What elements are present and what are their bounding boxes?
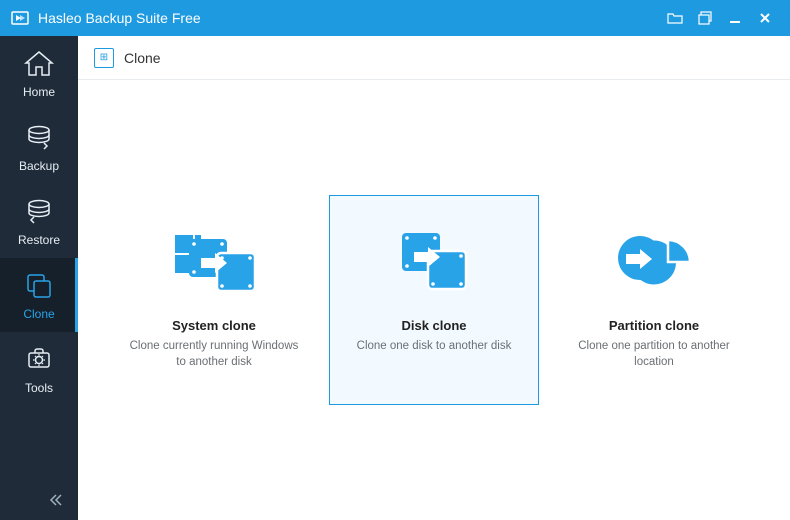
close-button[interactable] xyxy=(750,0,780,36)
open-folder-button[interactable] xyxy=(660,0,690,36)
system-clone-icon xyxy=(169,222,259,300)
sidebar-item-label: Restore xyxy=(18,233,60,247)
sidebar-item-clone[interactable]: Clone xyxy=(0,258,78,332)
card-system-clone[interactable]: System clone Clone currently running Win… xyxy=(109,195,319,405)
restore-icon xyxy=(24,195,54,229)
sidebar-item-label: Tools xyxy=(25,381,53,395)
clone-header-icon: ⊞ xyxy=(94,48,114,68)
card-disk-clone[interactable]: Disk clone Clone one disk to another dis… xyxy=(329,195,539,405)
page-title: Clone xyxy=(124,50,161,66)
collapse-sidebar-button[interactable] xyxy=(0,480,78,520)
window-button[interactable] xyxy=(690,0,720,36)
partition-clone-icon xyxy=(612,222,696,300)
sidebar-item-backup[interactable]: Backup xyxy=(0,110,78,184)
sidebar-item-label: Clone xyxy=(23,307,54,321)
sidebar-item-label: Backup xyxy=(19,159,59,173)
chevron-double-left-icon xyxy=(48,492,64,508)
card-title: Disk clone xyxy=(401,318,466,333)
card-title: System clone xyxy=(172,318,256,333)
sidebar-item-tools[interactable]: Tools xyxy=(0,332,78,406)
tools-icon xyxy=(24,343,54,377)
app-icon xyxy=(10,8,30,28)
card-title: Partition clone xyxy=(609,318,699,333)
home-icon xyxy=(22,47,56,81)
sidebar-item-home[interactable]: Home xyxy=(0,36,78,110)
clone-icon xyxy=(24,269,54,303)
sidebar-item-restore[interactable]: Restore xyxy=(0,184,78,258)
app-title: Hasleo Backup Suite Free xyxy=(38,10,660,26)
card-desc: Clone currently running Windows to anoth… xyxy=(126,339,302,370)
sidebar: Home Backup Restore Clone Tools xyxy=(0,36,78,520)
titlebar: Hasleo Backup Suite Free xyxy=(0,0,790,36)
disk-clone-icon xyxy=(394,222,474,300)
content: System clone Clone currently running Win… xyxy=(78,80,790,520)
card-partition-clone[interactable]: Partition clone Clone one partition to a… xyxy=(549,195,759,405)
card-desc: Clone one disk to another disk xyxy=(357,339,512,355)
minimize-button[interactable] xyxy=(720,0,750,36)
main: ⊞ Clone xyxy=(78,36,790,520)
backup-icon xyxy=(24,121,54,155)
card-desc: Clone one partition to another location xyxy=(566,339,742,370)
sidebar-item-label: Home xyxy=(23,85,55,99)
page-header: ⊞ Clone xyxy=(78,36,790,80)
